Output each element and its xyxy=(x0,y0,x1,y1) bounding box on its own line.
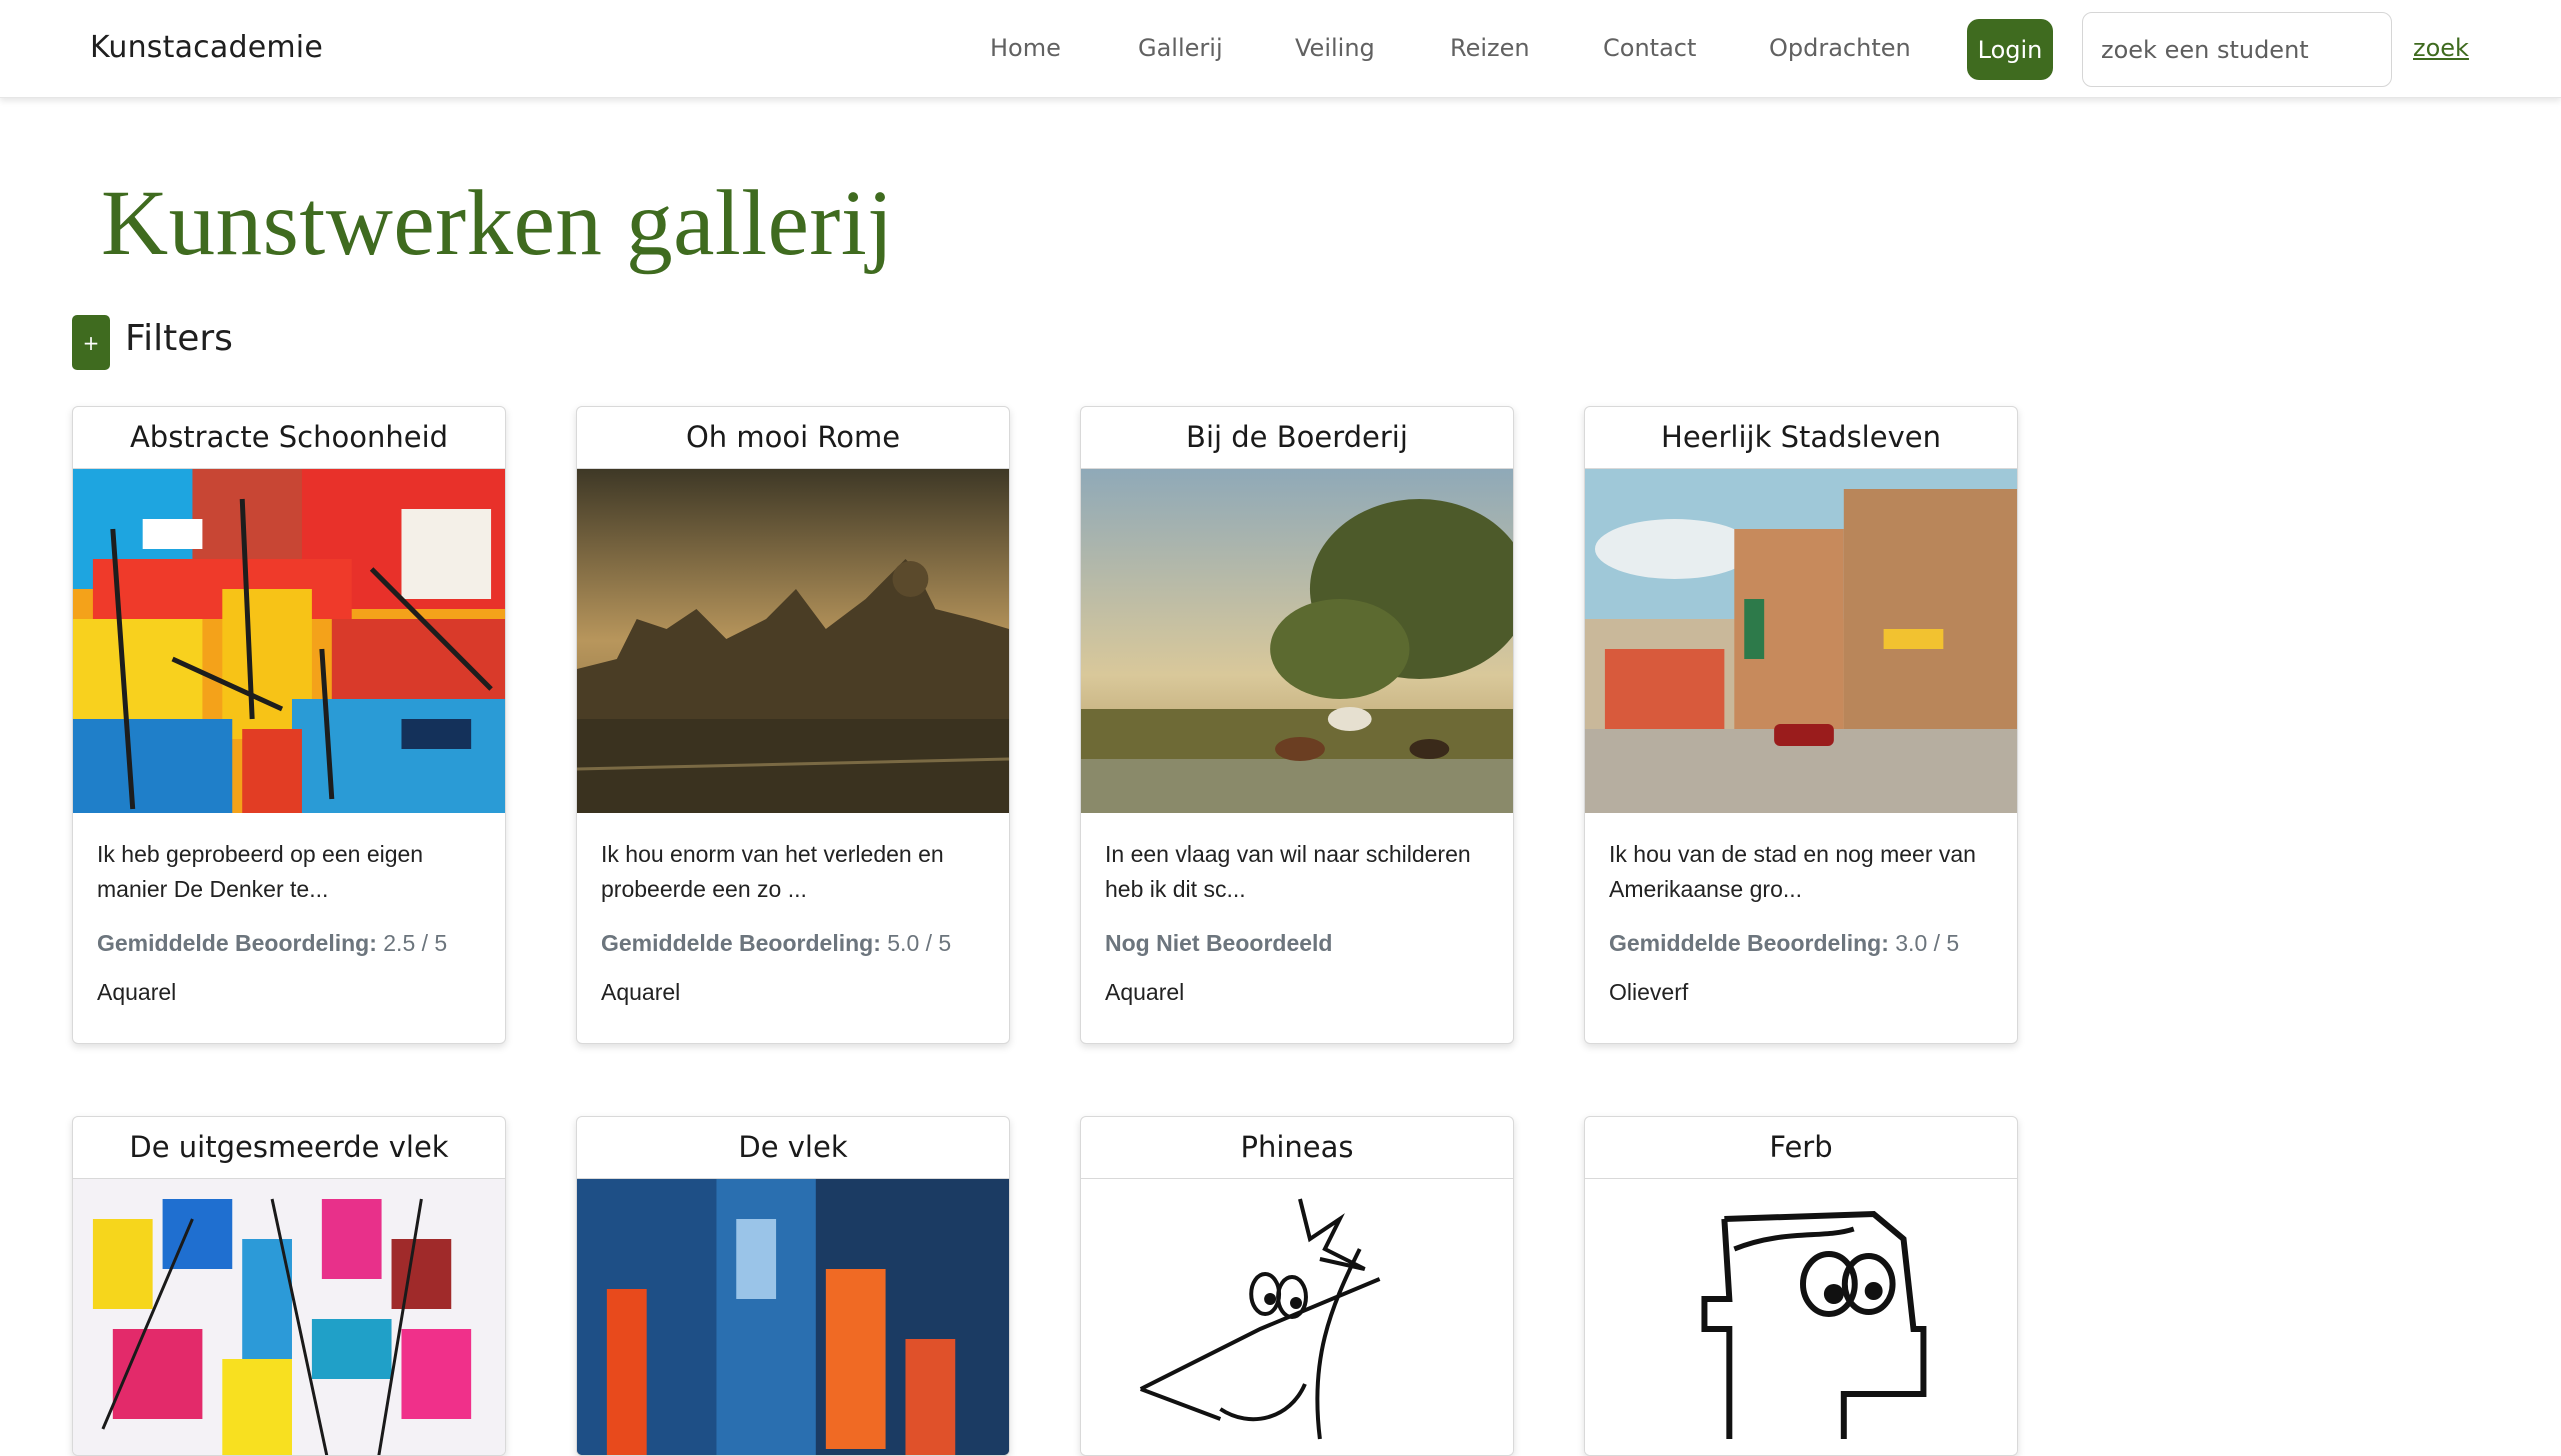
artwork-medium: Olieverf xyxy=(1609,979,1689,1005)
artwork-title[interactable]: De vlek xyxy=(577,1117,1009,1179)
artwork-card[interactable]: De vlek xyxy=(576,1116,1010,1456)
rating-value: 5.0 / 5 xyxy=(887,930,952,956)
artwork-image[interactable] xyxy=(1585,469,2017,813)
artwork-title[interactable]: Oh mooi Rome xyxy=(577,407,1009,469)
nav-link-contact[interactable]: Contact xyxy=(1603,34,1696,62)
artwork-title[interactable]: Phineas xyxy=(1081,1117,1513,1179)
artwork-description: Ik hou van de stad en nog meer van Ameri… xyxy=(1609,841,1976,902)
search-link[interactable]: zoek xyxy=(2413,34,2469,62)
rating-label: Gemiddelde Beoordeling: xyxy=(601,930,881,956)
rating-label: Gemiddelde Beoordeling: xyxy=(1609,930,1889,956)
artwork-card[interactable]: Abstracte Schoonheid Ik heb geprobeerd o… xyxy=(72,406,506,1044)
artwork-title[interactable]: Abstracte Schoonheid xyxy=(73,407,505,469)
artwork-card[interactable]: Oh mooi Rome Ik hou enorm van het verled… xyxy=(576,406,1010,1044)
nav-link-gallerij[interactable]: Gallerij xyxy=(1138,34,1223,62)
page-title: Kunstwerken gallerij xyxy=(101,172,894,275)
artwork-title[interactable]: Ferb xyxy=(1585,1117,2017,1179)
artwork-title[interactable]: Heerlijk Stadsleven xyxy=(1585,407,2017,469)
artwork-card[interactable]: Heerlijk Stadsleven Ik hou van de stad e… xyxy=(1584,406,2018,1044)
artwork-image[interactable] xyxy=(73,1179,505,1456)
rating-label: Gemiddelde Beoordeling: xyxy=(97,930,377,956)
artwork-card[interactable]: Ferb xyxy=(1584,1116,2018,1456)
nav-link-reizen[interactable]: Reizen xyxy=(1450,34,1530,62)
artwork-rating: Gemiddelde Beoordeling: 2.5 / 5 xyxy=(97,930,481,957)
artwork-card[interactable]: Bij de Boerderij In een vlaag van wil na… xyxy=(1080,406,1514,1044)
rating-value: 3.0 / 5 xyxy=(1895,930,1960,956)
artwork-description: Ik heb geprobeerd op een eigen manier De… xyxy=(97,841,424,902)
nav-link-veiling[interactable]: Veiling xyxy=(1295,34,1375,62)
artwork-title[interactable]: Bij de Boerderij xyxy=(1081,407,1513,469)
brand-logo-text[interactable]: Kunstacademie xyxy=(90,30,323,65)
artwork-medium: Aquarel xyxy=(97,979,177,1005)
student-search-input[interactable] xyxy=(2082,12,2392,87)
artwork-description: Ik hou enorm van het verleden en probeer… xyxy=(601,841,944,902)
rating-value: 2.5 / 5 xyxy=(383,930,448,956)
artwork-image[interactable] xyxy=(1081,1179,1513,1456)
artwork-medium: Aquarel xyxy=(1105,979,1185,1005)
navbar: Kunstacademie Home Gallerij Veiling Reiz… xyxy=(0,0,2561,98)
artwork-image[interactable] xyxy=(577,1179,1009,1456)
artwork-image[interactable] xyxy=(1585,1179,2017,1456)
artwork-card[interactable]: De uitgesmeerde vlek xyxy=(72,1116,506,1456)
artwork-title[interactable]: De uitgesmeerde vlek xyxy=(73,1117,505,1179)
nav-link-opdrachten[interactable]: Opdrachten xyxy=(1769,34,1911,62)
filters-label: Filters xyxy=(125,318,233,359)
rating-label: Nog Niet Beoordeeld xyxy=(1105,930,1333,956)
artwork-image[interactable] xyxy=(577,469,1009,813)
artwork-rating: Gemiddelde Beoordeling: 5.0 / 5 xyxy=(601,930,985,957)
nav-link-home[interactable]: Home xyxy=(990,34,1061,62)
artwork-description: In een vlaag van wil naar schilderen heb… xyxy=(1105,841,1471,902)
filters-toggle-button[interactable]: + xyxy=(72,315,110,370)
artwork-image[interactable] xyxy=(73,469,505,813)
login-button[interactable]: Login xyxy=(1967,19,2053,80)
artwork-image[interactable] xyxy=(1081,469,1513,813)
artwork-rating: Gemiddelde Beoordeling: 3.0 / 5 xyxy=(1609,930,1993,957)
artwork-rating: Nog Niet Beoordeeld xyxy=(1105,930,1489,957)
artwork-card[interactable]: Phineas xyxy=(1080,1116,1514,1456)
artwork-medium: Aquarel xyxy=(601,979,681,1005)
